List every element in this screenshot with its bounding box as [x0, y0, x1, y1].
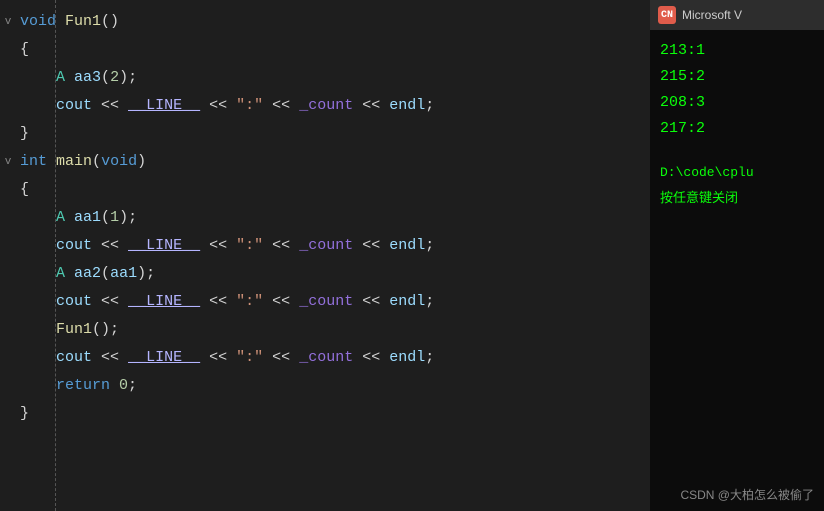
code-line: cout << __LINE__ << ":" << _count << end…	[0, 232, 665, 260]
code-line: A aa1(1);	[0, 204, 665, 232]
terminal-output-line: 217:2	[660, 116, 814, 142]
terminal-output-line: 213:1	[660, 38, 814, 64]
code-line: cout << __LINE__ << ":" << _count << end…	[0, 344, 665, 372]
code-line: }	[0, 120, 665, 148]
terminal-app-icon: CN	[658, 6, 676, 24]
code-line: A aa3(2);	[0, 64, 665, 92]
terminal-panel: CN Microsoft V 213:1215:2208:3217:2 D:\c…	[650, 0, 824, 511]
code-line: vvoid Fun1()	[0, 8, 665, 36]
terminal-titlebar: CN Microsoft V	[650, 0, 824, 30]
code-line: A aa2(aa1);	[0, 260, 665, 288]
fold-arrow[interactable]: v	[0, 8, 16, 36]
terminal-path: D:\code\cplu	[660, 160, 814, 186]
code-line: vint main(void)	[0, 148, 665, 176]
code-editor[interactable]: vvoid Fun1(){A aa3(2);cout << __LINE__ <…	[0, 0, 665, 511]
code-line: cout << __LINE__ << ":" << _count << end…	[0, 92, 665, 120]
terminal-output-line: 208:3	[660, 90, 814, 116]
terminal-title: Microsoft V	[682, 8, 742, 22]
code-line: return 0;	[0, 372, 665, 400]
terminal-body: 213:1215:2208:3217:2 D:\code\cplu 按任意键关闭	[650, 30, 824, 511]
code-line: Fun1();	[0, 316, 665, 344]
fold-arrow[interactable]: v	[0, 148, 16, 176]
terminal-output-line: 215:2	[660, 64, 814, 90]
code-line: cout << __LINE__ << ":" << _count << end…	[0, 288, 665, 316]
terminal-exit-text: 按任意键关闭	[660, 186, 814, 212]
code-line: }	[0, 400, 665, 428]
code-line: {	[0, 176, 665, 204]
code-line: {	[0, 36, 665, 64]
